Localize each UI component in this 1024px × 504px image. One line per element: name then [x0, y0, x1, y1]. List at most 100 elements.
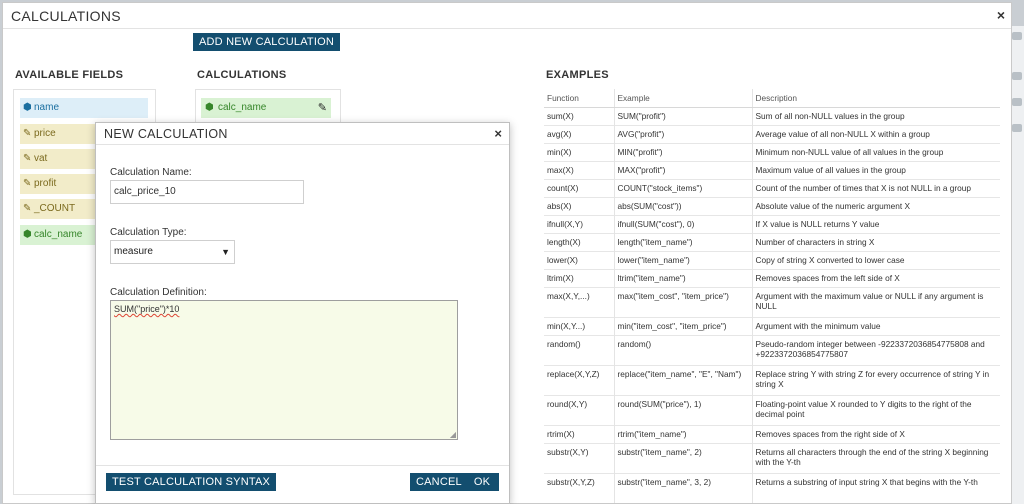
calculation-definition-textarea[interactable]: SUM("price")*10 ◢	[110, 300, 458, 440]
example-cell-function: lower(X)	[544, 250, 614, 269]
field-label: vat	[34, 153, 48, 164]
calculation-definition-text: SUM("price")*10	[114, 304, 180, 314]
field-label: profit	[34, 178, 57, 189]
field-label: price	[34, 128, 56, 139]
example-row: substr(X,Y) substr("item_name", 2) Returns…	[544, 442, 1000, 473]
available-fields-heading: AVAILABLE FIELDS	[15, 69, 124, 81]
example-cell-function: length(X)	[544, 232, 614, 251]
example-cell-description: Returns all characters through the end o…	[751, 442, 1000, 473]
example-cell-function: ifnull(X,Y)	[544, 214, 614, 233]
example-row: min(X) MIN("profit") Minimum non-NULL valu…	[544, 142, 1000, 161]
column-header-function: Function	[544, 89, 614, 108]
new-calculation-dialog: NEW CALCULATION × Calculation Name: calc…	[95, 122, 510, 504]
example-cell-function: sum(X)	[544, 106, 614, 125]
example-cell-example: SUM("profit")	[613, 106, 752, 125]
example-cell-example: rtrim("item_name")	[613, 424, 752, 443]
column-header-description: Description	[751, 89, 1000, 108]
example-cell-function: substr(X,Y,Z)	[544, 472, 614, 503]
example-cell-function: ltrim(X)	[544, 268, 614, 287]
example-row: max(X) MAX("profit") Maximum value of all …	[544, 160, 1000, 179]
example-cell-example: MAX("profit")	[613, 160, 752, 179]
example-row: max(X,Y,...) max("item_cost", "item_price…	[544, 286, 1000, 317]
example-cell-example: substr("item_name", 3, 2)	[613, 472, 752, 503]
background-widget-icon	[1012, 32, 1022, 40]
example-cell-example: ifnull(SUM("cost"), 0)	[613, 214, 752, 233]
example-cell-example: min("item_cost", "item_price")	[613, 316, 752, 335]
field-label: calc_name	[34, 229, 83, 240]
example-cell-function: round(X,Y)	[544, 394, 614, 425]
pencil-icon: ✎	[23, 203, 32, 214]
example-row: min(X,Y...) min("item_cost", "item_price"…	[544, 316, 1000, 335]
example-cell-description: Pseudo-random integer between -922337203…	[751, 334, 1000, 365]
example-cell-description: Average value of all non-NULL X within a…	[751, 124, 1000, 143]
example-row: lower(X) lower("item_name") Copy of string…	[544, 250, 1000, 269]
example-cell-function: avg(X)	[544, 124, 614, 143]
example-cell-example: random()	[613, 334, 752, 365]
example-row: rtrim(X) rtrim("item_name") Removes spaces…	[544, 424, 1000, 443]
examples-heading: EXAMPLES	[546, 69, 609, 81]
pencil-icon: ✎	[23, 178, 32, 189]
examples-header-row: Function Example Description	[544, 89, 1000, 108]
add-new-calculation-button[interactable]: ADD NEW CALCULATION	[193, 33, 340, 51]
example-cell-example: max("item_cost", "item_price")	[613, 286, 752, 317]
pencil-edit-icon[interactable]: ✎	[318, 98, 327, 118]
calculation-name-input[interactable]: calc_price_10	[110, 180, 304, 204]
pencil-icon: ✎	[23, 128, 32, 139]
example-cell-description: Floating-point value X rounded to Y digi…	[751, 394, 1000, 425]
calculation-type-label: Calculation Type:	[110, 227, 187, 238]
example-row: random() random() Pseudo-random integer be…	[544, 334, 1000, 365]
example-cell-example: length("item_name")	[613, 232, 752, 251]
examples-table: Function Example Description sum(X) SUM("…	[544, 89, 1000, 504]
ok-button[interactable]: OK	[465, 473, 499, 491]
example-cell-description: Copy of string X converted to lower case	[751, 250, 1000, 269]
example-cell-description: Number of characters in string X	[751, 232, 1000, 251]
example-cell-description: Count of the number of times that X is n…	[751, 178, 1000, 197]
calculation-name-label: Calculation Name:	[110, 167, 192, 178]
close-icon[interactable]: ×	[494, 126, 502, 141]
background-scrollbar	[1010, 26, 1024, 504]
example-cell-example: AVG("profit")	[613, 124, 752, 143]
calculations-dialog-title: CALCULATIONS	[11, 8, 121, 24]
example-cell-description: Sum of all non-NULL values in the group	[751, 106, 1000, 125]
example-cell-function: substr(X,Y)	[544, 442, 614, 473]
close-icon[interactable]: ×	[997, 7, 1005, 23]
example-cell-example: replace("item_name", "E", "Nam")	[613, 364, 752, 395]
example-row: substr(X,Y,Z) substr("item_name", 3, 2) Re…	[544, 472, 1000, 503]
example-row: round(X,Y) round(SUM("price"), 1) Floating…	[544, 394, 1000, 425]
test-calculation-syntax-button[interactable]: TEST CALCULATION SYNTAX	[106, 473, 277, 491]
pencil-icon: ✎	[23, 153, 32, 164]
example-cell-function: abs(X)	[544, 196, 614, 215]
example-cell-example: lower("item_name")	[613, 250, 752, 269]
example-cell-example: COUNT("stock_items")	[613, 178, 752, 197]
example-row: avg(X) AVG("profit") Average value of all …	[544, 124, 1000, 143]
calculation-item-calc-name[interactable]: ⬢ calc_name ✎	[201, 98, 331, 118]
calculation-type-value: measure	[114, 246, 153, 257]
example-row: ltrim(X) ltrim("item_name") Removes spaces…	[544, 268, 1000, 287]
new-calculation-footer	[96, 465, 509, 466]
example-cell-example: substr("item_name", 2)	[613, 442, 752, 473]
example-cell-function: max(X)	[544, 160, 614, 179]
example-cell-description: Returns a substring of input string X th…	[751, 472, 1000, 503]
example-row: abs(X) abs(SUM("cost")) Absolute value of …	[544, 196, 1000, 215]
cancel-button[interactable]: CANCEL	[410, 473, 468, 491]
example-row: sum(X) SUM("profit") Sum of all non-NULL v…	[544, 106, 1000, 125]
example-cell-function: count(X)	[544, 178, 614, 197]
cube-icon: ⬢	[23, 229, 32, 240]
example-cell-function: rtrim(X)	[544, 424, 614, 443]
example-row: length(X) length("item_name") Number of ch…	[544, 232, 1000, 251]
calculations-dialog-header: CALCULATIONS ×	[3, 3, 1011, 29]
calculation-label: calc_name	[218, 102, 267, 113]
resize-grip-icon[interactable]: ◢	[450, 430, 456, 439]
field-item-name[interactable]: ⬢ name	[20, 98, 148, 118]
calculation-type-select[interactable]: measure ▼	[110, 240, 235, 264]
field-label: _COUNT	[34, 203, 76, 214]
example-cell-function: max(X,Y,...)	[544, 286, 614, 317]
example-cell-example: MIN("profit")	[613, 142, 752, 161]
background-widget-icon	[1012, 98, 1022, 106]
example-cell-example: abs(SUM("cost"))	[613, 196, 752, 215]
example-cell-function: replace(X,Y,Z)	[544, 364, 614, 395]
calculations-heading: CALCULATIONS	[197, 69, 287, 81]
example-cell-example: ltrim("item_name")	[613, 268, 752, 287]
cube-icon: ⬢	[23, 102, 32, 113]
cube-icon: ⬢	[205, 102, 214, 113]
